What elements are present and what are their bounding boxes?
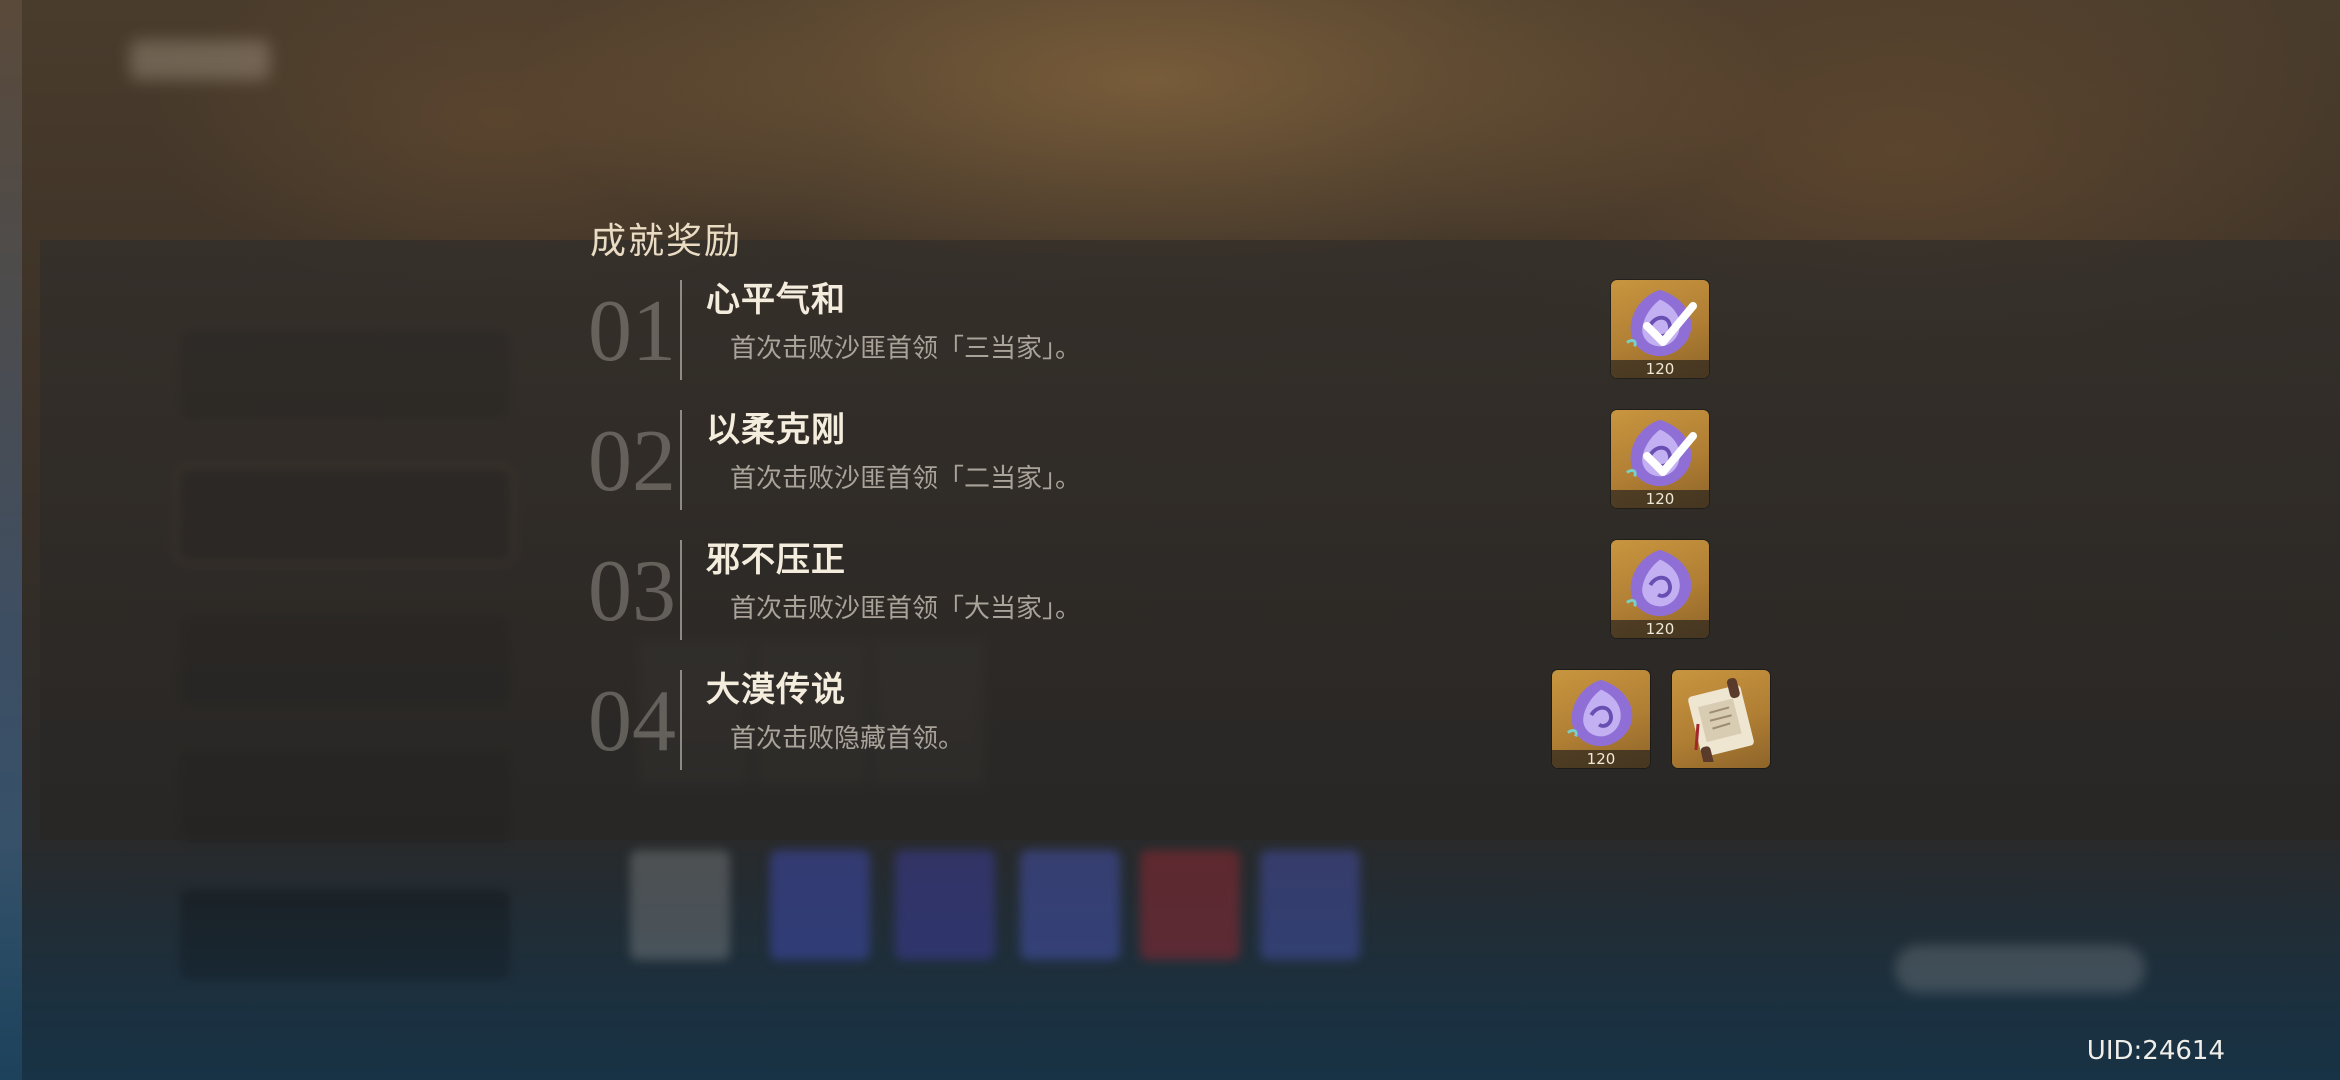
primogem-icon xyxy=(1626,549,1692,617)
achievement-number: 02 xyxy=(588,413,676,510)
achievement-title: 邪不压正 xyxy=(706,540,846,580)
uid-label: UID:24614 xyxy=(2086,1036,2225,1066)
row-divider xyxy=(680,280,682,380)
achievement-row: 03 邪不压正 首次击败沙匪首领「大当家」。 xyxy=(588,540,1788,650)
achievement-row: 01 心平气和 首次击败沙匪首领「三当家」。 xyxy=(588,280,1788,390)
achievement-description: 首次击败沙匪首领「大当家」。 xyxy=(730,594,1082,624)
background-thumb xyxy=(630,850,730,960)
achievement-number: 03 xyxy=(588,543,676,640)
claimed-check-icon xyxy=(1643,432,1697,476)
background-thumb xyxy=(1260,850,1360,960)
reward-count: 120 xyxy=(1552,750,1650,768)
reward-item[interactable]: 120 xyxy=(1611,410,1709,508)
achievement-description: 首次击败沙匪首领「三当家」。 xyxy=(730,334,1082,364)
row-divider xyxy=(680,540,682,640)
reward-count: 120 xyxy=(1611,620,1709,638)
reward-count: 120 xyxy=(1611,490,1709,508)
achievement-title: 以柔克刚 xyxy=(706,410,846,450)
achievement-number: 01 xyxy=(588,283,676,380)
section-title: 成就奖励 xyxy=(590,221,743,262)
background-thumb xyxy=(1140,850,1240,960)
row-divider xyxy=(680,410,682,510)
achievement-description: 首次击败隐藏首领。 xyxy=(730,724,965,754)
achievement-title: 心平气和 xyxy=(706,280,846,320)
achievement-description: 首次击败沙匪首领「二当家」。 xyxy=(730,464,1082,494)
reward-item[interactable]: 120 xyxy=(1611,540,1709,638)
scroll-namecard-icon xyxy=(1688,677,1754,762)
reward-item[interactable]: 120 xyxy=(1552,670,1650,768)
claimed-check-icon xyxy=(1643,302,1697,346)
background-thumb xyxy=(1020,850,1120,960)
reward-item[interactable] xyxy=(1672,670,1770,768)
row-divider xyxy=(680,670,682,770)
reward-count: 120 xyxy=(1611,360,1709,378)
primogem-icon xyxy=(1567,679,1633,747)
achievement-row: 02 以柔克刚 首次击败沙匪首领「二当家」。 xyxy=(588,410,1788,520)
background-title-blur xyxy=(130,40,270,80)
background-button-blur xyxy=(1895,945,2145,993)
background-thumb xyxy=(895,850,995,960)
reward-item[interactable]: 120 xyxy=(1611,280,1709,378)
background-thumb xyxy=(770,850,870,960)
achievement-number: 04 xyxy=(588,673,676,770)
achievement-title: 大漠传说 xyxy=(706,670,846,710)
